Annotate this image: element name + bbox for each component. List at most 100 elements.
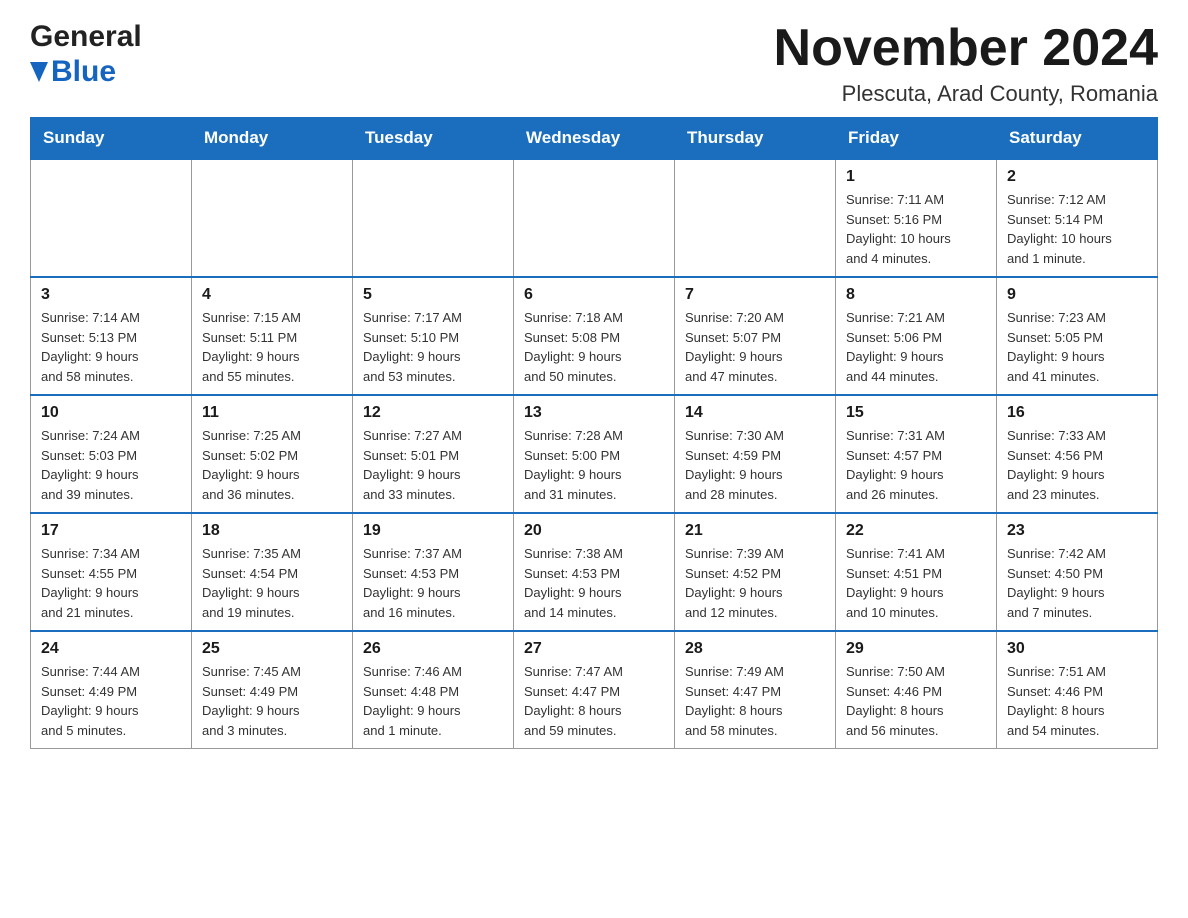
location-text: Plescuta, Arad County, Romania bbox=[774, 81, 1158, 107]
calendar-cell: 5Sunrise: 7:17 AM Sunset: 5:10 PM Daylig… bbox=[353, 277, 514, 395]
calendar-header-wednesday: Wednesday bbox=[514, 118, 675, 160]
calendar-header-tuesday: Tuesday bbox=[353, 118, 514, 160]
calendar-cell: 30Sunrise: 7:51 AM Sunset: 4:46 PM Dayli… bbox=[997, 631, 1158, 749]
day-info: Sunrise: 7:21 AM Sunset: 5:06 PM Dayligh… bbox=[846, 308, 986, 386]
calendar-cell: 26 Sunrise: 7:46 AM Sunset: 4:48 PM Dayli… bbox=[353, 631, 514, 749]
day-info: Sunrise: 7:38 AM Sunset: 4:53 PM Dayligh… bbox=[524, 544, 664, 622]
calendar-cell bbox=[192, 159, 353, 277]
calendar-cell: 4 Sunrise: 7:15 AM Sunset: 5:11 PM Daylig… bbox=[192, 277, 353, 395]
day-number: 13 bbox=[524, 404, 664, 422]
day-info: Sunrise: 7:11 AM Sunset: 5:16 PM Dayligh… bbox=[846, 190, 986, 268]
day-info: Sunrise: 7:47 AM Sunset: 4:47 PM Dayligh… bbox=[524, 662, 664, 740]
calendar-header-sunday: Sunday bbox=[31, 118, 192, 160]
day-info: Sunrise: 7:41 AM Sunset: 4:51 PM Dayligh… bbox=[846, 544, 986, 622]
calendar-cell: 20 Sunrise: 7:38 AM Sunset: 4:53 PM Dayli… bbox=[514, 513, 675, 631]
day-number: 23 bbox=[1007, 522, 1147, 540]
calendar-cell: 1 Sunrise: 7:11 AM Sunset: 5:16 PM Daylig… bbox=[836, 159, 997, 277]
day-info: Sunrise: 7:30 AM Sunset: 4:59 PM Dayligh… bbox=[685, 426, 825, 504]
day-info: Sunrise: 7:12 AM Sunset: 5:14 PM Dayligh… bbox=[1007, 190, 1147, 268]
calendar-cell: 3 Sunrise: 7:14 AM Sunset: 5:13 PM Daylig… bbox=[31, 277, 192, 395]
day-info: Sunrise: 7:34 AM Sunset: 4:55 PM Dayligh… bbox=[41, 544, 181, 622]
calendar-cell bbox=[675, 159, 836, 277]
calendar-week-row: 10 Sunrise: 7:24 AM Sunset: 5:03 PM Dayli… bbox=[31, 395, 1158, 513]
day-info: Sunrise: 7:23 AM Sunset: 5:05 PM Dayligh… bbox=[1007, 308, 1147, 386]
day-number: 20 bbox=[524, 522, 664, 540]
calendar-week-row: 17 Sunrise: 7:34 AM Sunset: 4:55 PM Dayli… bbox=[31, 513, 1158, 631]
calendar-cell bbox=[353, 159, 514, 277]
logo-general-text: General bbox=[30, 20, 142, 55]
day-info: Sunrise: 7:35 AM Sunset: 4:54 PM Dayligh… bbox=[202, 544, 342, 622]
calendar-cell: 24Sunrise: 7:44 AM Sunset: 4:49 PM Dayli… bbox=[31, 631, 192, 749]
day-info: Sunrise: 7:28 AM Sunset: 5:00 PM Dayligh… bbox=[524, 426, 664, 504]
day-number: 5 bbox=[363, 286, 503, 304]
day-number: 30 bbox=[1007, 640, 1147, 658]
calendar-cell: 18 Sunrise: 7:35 AM Sunset: 4:54 PM Dayli… bbox=[192, 513, 353, 631]
day-number: 25 bbox=[202, 640, 342, 658]
calendar-cell: 14 Sunrise: 7:30 AM Sunset: 4:59 PM Dayli… bbox=[675, 395, 836, 513]
day-number: 14 bbox=[685, 404, 825, 422]
day-info: Sunrise: 7:20 AM Sunset: 5:07 PM Dayligh… bbox=[685, 308, 825, 386]
day-info: Sunrise: 7:46 AM Sunset: 4:48 PM Dayligh… bbox=[363, 662, 503, 740]
calendar-header-saturday: Saturday bbox=[997, 118, 1158, 160]
day-number: 7 bbox=[685, 286, 825, 304]
logo: General Blue bbox=[30, 20, 142, 89]
calendar-cell: 11Sunrise: 7:25 AM Sunset: 5:02 PM Dayli… bbox=[192, 395, 353, 513]
day-number: 2 bbox=[1007, 168, 1147, 186]
day-info: Sunrise: 7:44 AM Sunset: 4:49 PM Dayligh… bbox=[41, 662, 181, 740]
day-number: 16 bbox=[1007, 404, 1147, 422]
calendar-week-row: 1 Sunrise: 7:11 AM Sunset: 5:16 PM Daylig… bbox=[31, 159, 1158, 277]
day-info: Sunrise: 7:27 AM Sunset: 5:01 PM Dayligh… bbox=[363, 426, 503, 504]
calendar-week-row: 3 Sunrise: 7:14 AM Sunset: 5:13 PM Daylig… bbox=[31, 277, 1158, 395]
day-number: 19 bbox=[363, 522, 503, 540]
day-number: 3 bbox=[41, 286, 181, 304]
day-number: 26 bbox=[363, 640, 503, 658]
calendar-header-monday: Monday bbox=[192, 118, 353, 160]
day-number: 10 bbox=[41, 404, 181, 422]
day-info: Sunrise: 7:37 AM Sunset: 4:53 PM Dayligh… bbox=[363, 544, 503, 622]
calendar-header-friday: Friday bbox=[836, 118, 997, 160]
calendar-cell: 28 Sunrise: 7:49 AM Sunset: 4:47 PM Dayli… bbox=[675, 631, 836, 749]
day-info: Sunrise: 7:50 AM Sunset: 4:46 PM Dayligh… bbox=[846, 662, 986, 740]
day-info: Sunrise: 7:18 AM Sunset: 5:08 PM Dayligh… bbox=[524, 308, 664, 386]
calendar-cell: 13 Sunrise: 7:28 AM Sunset: 5:00 PM Dayli… bbox=[514, 395, 675, 513]
day-info: Sunrise: 7:49 AM Sunset: 4:47 PM Dayligh… bbox=[685, 662, 825, 740]
calendar-cell: 29Sunrise: 7:50 AM Sunset: 4:46 PM Dayli… bbox=[836, 631, 997, 749]
calendar-cell: 9 Sunrise: 7:23 AM Sunset: 5:05 PM Daylig… bbox=[997, 277, 1158, 395]
calendar-header-row: SundayMondayTuesdayWednesdayThursdayFrid… bbox=[31, 118, 1158, 160]
day-number: 11 bbox=[202, 404, 342, 422]
calendar-table: SundayMondayTuesdayWednesdayThursdayFrid… bbox=[30, 117, 1158, 749]
day-number: 18 bbox=[202, 522, 342, 540]
day-info: Sunrise: 7:15 AM Sunset: 5:11 PM Dayligh… bbox=[202, 308, 342, 386]
calendar-cell: 19 Sunrise: 7:37 AM Sunset: 4:53 PM Dayli… bbox=[353, 513, 514, 631]
calendar-cell: 8Sunrise: 7:21 AM Sunset: 5:06 PM Daylig… bbox=[836, 277, 997, 395]
logo-triangle-icon bbox=[30, 62, 48, 82]
day-number: 12 bbox=[363, 404, 503, 422]
day-info: Sunrise: 7:31 AM Sunset: 4:57 PM Dayligh… bbox=[846, 426, 986, 504]
day-info: Sunrise: 7:24 AM Sunset: 5:03 PM Dayligh… bbox=[41, 426, 181, 504]
calendar-cell: 12 Sunrise: 7:27 AM Sunset: 5:01 PM Dayli… bbox=[353, 395, 514, 513]
calendar-cell: 25Sunrise: 7:45 AM Sunset: 4:49 PM Dayli… bbox=[192, 631, 353, 749]
month-title: November 2024 bbox=[774, 20, 1158, 77]
calendar-cell: 7 Sunrise: 7:20 AM Sunset: 5:07 PM Daylig… bbox=[675, 277, 836, 395]
calendar-cell bbox=[31, 159, 192, 277]
calendar-cell: 15 Sunrise: 7:31 AM Sunset: 4:57 PM Dayli… bbox=[836, 395, 997, 513]
day-number: 4 bbox=[202, 286, 342, 304]
day-number: 1 bbox=[846, 168, 986, 186]
day-info: Sunrise: 7:14 AM Sunset: 5:13 PM Dayligh… bbox=[41, 308, 181, 386]
day-number: 15 bbox=[846, 404, 986, 422]
calendar-cell: 21Sunrise: 7:39 AM Sunset: 4:52 PM Dayli… bbox=[675, 513, 836, 631]
calendar-cell: 22 Sunrise: 7:41 AM Sunset: 4:51 PM Dayli… bbox=[836, 513, 997, 631]
day-number: 9 bbox=[1007, 286, 1147, 304]
calendar-cell: 17 Sunrise: 7:34 AM Sunset: 4:55 PM Dayli… bbox=[31, 513, 192, 631]
calendar-cell: 2 Sunrise: 7:12 AM Sunset: 5:14 PM Daylig… bbox=[997, 159, 1158, 277]
calendar-cell: 16Sunrise: 7:33 AM Sunset: 4:56 PM Dayli… bbox=[997, 395, 1158, 513]
page-header: General Blue November 2024 Plescuta, Ara… bbox=[30, 20, 1158, 107]
calendar-cell: 10 Sunrise: 7:24 AM Sunset: 5:03 PM Dayli… bbox=[31, 395, 192, 513]
calendar-cell bbox=[514, 159, 675, 277]
calendar-header-thursday: Thursday bbox=[675, 118, 836, 160]
title-section: November 2024 Plescuta, Arad County, Rom… bbox=[774, 20, 1158, 107]
day-number: 17 bbox=[41, 522, 181, 540]
day-number: 28 bbox=[685, 640, 825, 658]
day-number: 22 bbox=[846, 522, 986, 540]
calendar-week-row: 24Sunrise: 7:44 AM Sunset: 4:49 PM Dayli… bbox=[31, 631, 1158, 749]
